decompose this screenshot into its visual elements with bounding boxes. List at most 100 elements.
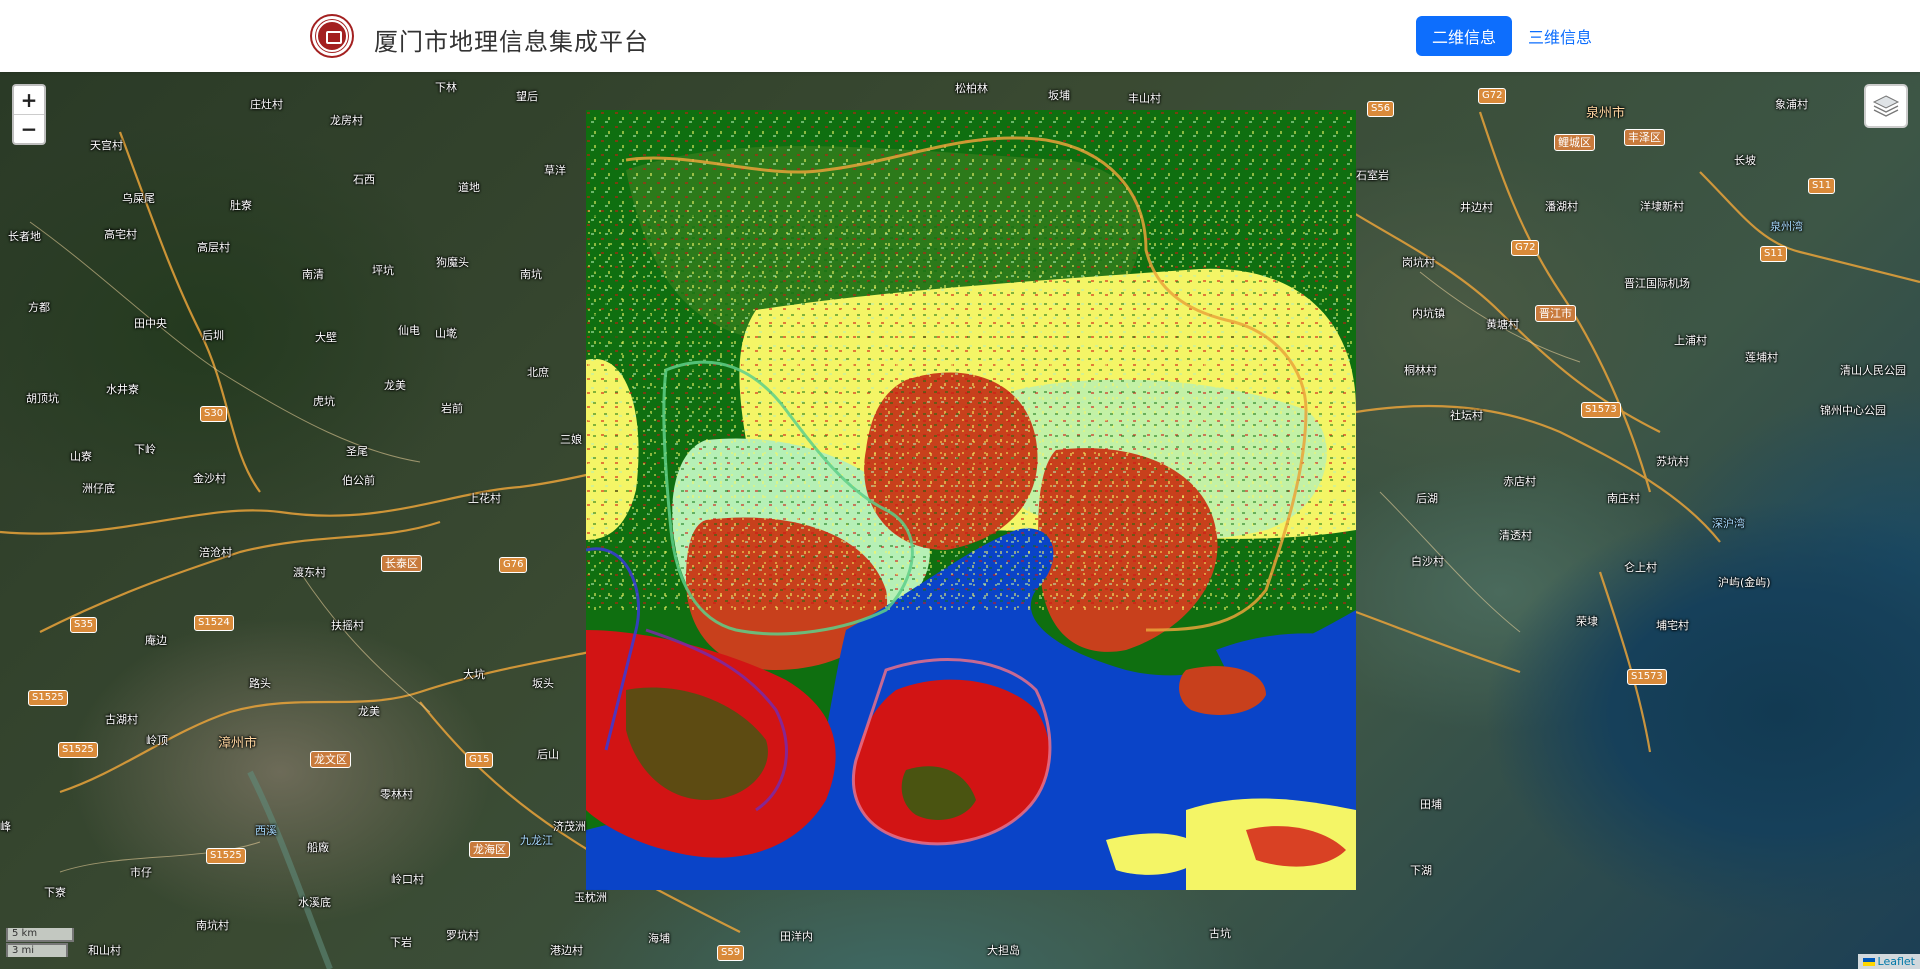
district-badge: 鲤城区: [1554, 134, 1595, 151]
place-label: 山墘: [435, 327, 457, 340]
layers-icon: [1872, 95, 1900, 117]
place-label: 洲仔底: [82, 482, 115, 495]
road-badge: S30: [200, 406, 228, 422]
place-label: 下岭: [134, 443, 156, 456]
place-label: 莲埔村: [1745, 351, 1778, 364]
city-label: 泉州市: [1586, 106, 1626, 121]
place-label: 沪屿(金屿): [1718, 576, 1771, 589]
place-label: 长者地: [8, 230, 41, 243]
place-label: 乌屎尾: [122, 192, 155, 205]
place-label: 石室岩: [1356, 169, 1389, 182]
page-title: 厦门市地理信息集成平台: [374, 28, 649, 56]
place-label: 高宅村: [104, 228, 137, 241]
place-label: 扶摇村: [331, 619, 364, 632]
place-label: 市仔: [130, 866, 152, 879]
place-label: 狗魔头: [436, 256, 469, 269]
place-label: 下林: [435, 81, 457, 94]
layers-control-button[interactable]: [1864, 84, 1908, 128]
land-cover-overlay: [586, 110, 1356, 890]
place-label: 后山: [537, 748, 559, 761]
two-d-info-button[interactable]: 二维信息: [1416, 16, 1512, 56]
place-label: 清透村: [1499, 529, 1532, 542]
place-label: 庵边: [145, 634, 167, 647]
place-label: 古坑: [1209, 927, 1231, 940]
place-label: 南坑: [520, 268, 542, 281]
place-label: 下湖: [1410, 864, 1432, 877]
road-badge: G76: [499, 557, 528, 573]
map-view[interactable]: + − 5 km 3 mi Leaflet 庄灶村 龙房村 下林 望后 松柏林 …: [0, 72, 1920, 969]
place-label: 大担岛: [987, 944, 1020, 957]
place-label: 山寮: [70, 450, 92, 463]
district-badge: 龙海区: [469, 841, 510, 858]
place-label: 渡东村: [293, 566, 326, 579]
place-label: 黄塘村: [1486, 318, 1519, 331]
place-label: 锦州中心公园: [1820, 404, 1886, 417]
place-label: 古湖村: [105, 713, 138, 726]
road-badge: S59: [717, 945, 745, 961]
place-label: 龙美: [384, 379, 406, 392]
place-label: 路头: [249, 677, 271, 690]
place-label: 内坑镇: [1412, 307, 1445, 320]
district-badge: 丰泽区: [1624, 129, 1665, 146]
place-label: 上浦村: [1674, 334, 1707, 347]
three-d-info-button[interactable]: 三维信息: [1522, 16, 1598, 56]
place-label: 长坡: [1734, 154, 1756, 167]
place-label: 白沙村: [1411, 555, 1444, 568]
place-label: 金沙村: [193, 472, 226, 485]
place-label: 庄灶村: [250, 98, 283, 111]
place-label: 石西: [353, 173, 375, 186]
place-label: 清山人民公园: [1840, 364, 1906, 377]
place-label: 仙电: [398, 324, 420, 337]
place-label: 后圳: [202, 329, 224, 342]
place-label: 方都: [28, 301, 50, 314]
road-badge: G72: [1478, 88, 1507, 104]
place-label: 船廠: [307, 841, 329, 854]
road-badge: S1525: [206, 848, 246, 864]
place-label: 罗坑村: [446, 929, 479, 942]
place-label: 丰山村: [1128, 92, 1161, 105]
place-label: 南坑村: [196, 919, 229, 932]
place-label: 圣尾: [346, 445, 368, 458]
place-label: 和山村: [88, 944, 121, 957]
top-header: 厦门市地理信息集成平台 二维信息 三维信息: [0, 0, 1920, 72]
city-label: 漳州市: [218, 736, 258, 751]
place-label: 松柏林: [955, 82, 988, 95]
road-badge: S1573: [1627, 669, 1667, 685]
place-label: 埔宅村: [1656, 619, 1689, 632]
zoom-in-button[interactable]: +: [14, 86, 44, 115]
place-label: 道地: [458, 181, 480, 194]
university-logo: [310, 14, 354, 58]
place-label: 下寮: [44, 886, 66, 899]
scale-km: 5 km: [6, 928, 74, 942]
zoom-control: + −: [12, 84, 46, 145]
place-label: 潘湖村: [1545, 200, 1578, 213]
district-badge: 龙文区: [310, 751, 351, 768]
flag-icon: [1862, 958, 1875, 966]
place-label: 田洋内: [780, 930, 813, 943]
road-badge: S11: [1808, 178, 1836, 194]
place-label: 伯公前: [342, 474, 375, 487]
place-label: 上花村: [468, 492, 501, 505]
place-label: 坂埔: [1048, 89, 1070, 102]
water-label: 深沪湾: [1712, 517, 1745, 530]
place-label: 零林村: [380, 788, 413, 801]
road-badge: S11: [1760, 246, 1788, 262]
zoom-out-button[interactable]: −: [14, 115, 44, 143]
place-label: 胡顶坑: [26, 392, 59, 405]
place-label: 坪坑: [372, 264, 394, 277]
place-label: 三娘: [560, 433, 582, 446]
road-badge: G72: [1511, 240, 1540, 256]
place-label: 岗坑村: [1402, 256, 1435, 269]
place-label: 桐林村: [1404, 364, 1437, 377]
place-label: 峰: [0, 820, 11, 833]
place-label: 田埔: [1420, 798, 1442, 811]
attribution[interactable]: Leaflet: [1857, 954, 1920, 969]
place-label: 社坛村: [1450, 409, 1483, 422]
place-label: 大壁: [315, 331, 337, 344]
place-label: 水溪底: [298, 896, 331, 909]
water-label: 西溪: [255, 824, 277, 837]
place-label: 玉枕洲: [574, 891, 607, 904]
place-label: 坂头: [532, 677, 554, 690]
attribution-link[interactable]: Leaflet: [1878, 955, 1915, 968]
district-badge: 晋江市: [1535, 305, 1576, 322]
